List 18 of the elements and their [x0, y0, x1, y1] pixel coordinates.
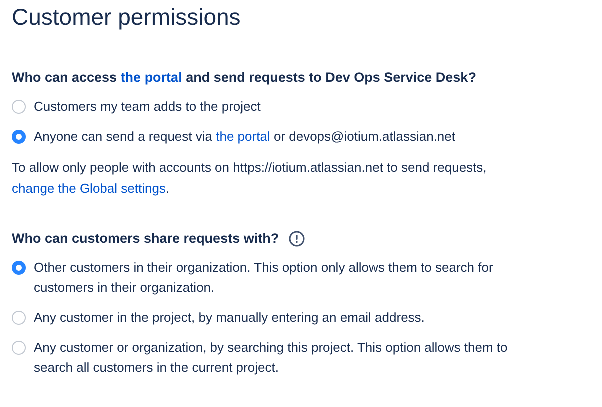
- option-label: Anyone can send a request via the portal or devops@iotium.atlassian.net: [34, 128, 456, 146]
- portal-link[interactable]: change the Global settings: [12, 181, 166, 196]
- radio-button[interactable]: [12, 341, 26, 355]
- option-label: Any customer in the project, by manually entering an email address.: [34, 309, 425, 327]
- radio-button[interactable]: [12, 100, 26, 114]
- question-heading: Who can customers share requests with?: [12, 230, 280, 248]
- portal-link[interactable]: the portal: [216, 129, 270, 144]
- radio-button[interactable]: [12, 261, 26, 275]
- option-label: Other customers in their organization. This option only allows them to search for customers in their organization.: [34, 259, 494, 297]
- option-label: Any customer or organization, by searching this project. This option allows them to search all customers in the current project.: [34, 339, 509, 377]
- page-title: Customer permissions: [12, 3, 242, 32]
- portal-link[interactable]: the portal: [120, 70, 182, 85]
- option-label: Customers my team adds to the project: [34, 98, 261, 116]
- info-icon[interactable]: [289, 231, 306, 247]
- radio-button[interactable]: [12, 130, 26, 144]
- radio-button[interactable]: [12, 311, 26, 325]
- question-heading: Who can access the portal and send requests to Dev Ops Service Desk?: [12, 69, 476, 87]
- note-text: To allow only people with accounts on https://iotium.atlassian.net to send requests, change the Global settings.: [12, 159, 488, 198]
